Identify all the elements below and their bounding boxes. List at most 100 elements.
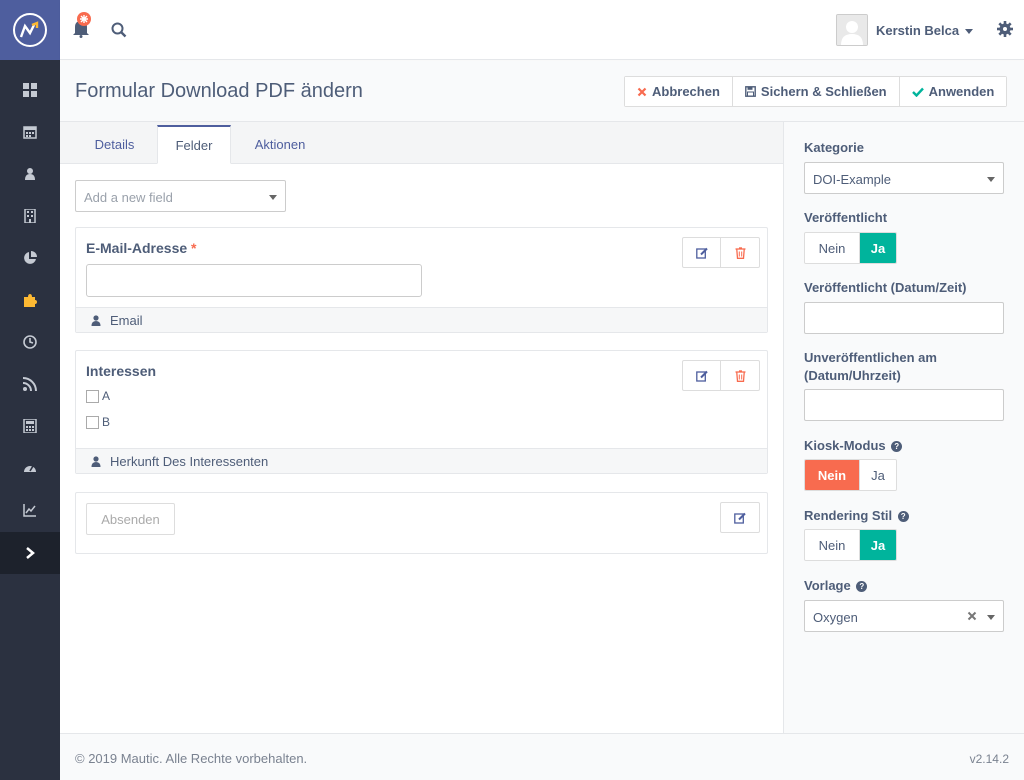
- field-title-interests: Interessen: [86, 363, 157, 379]
- speedometer-icon[interactable]: [0, 447, 60, 489]
- field-mapping-email: Email: [76, 307, 767, 332]
- edit-field-button[interactable]: [683, 238, 721, 267]
- apply-button[interactable]: Anwenden: [899, 77, 1007, 106]
- field-card-interests: Interessen A B Herkunft Des Interessente…: [75, 350, 768, 474]
- rendering-yes-option[interactable]: Ja: [860, 530, 896, 560]
- template-value: Oxygen: [813, 610, 858, 625]
- required-marker: *: [191, 240, 197, 256]
- category-value: DOI-Example: [813, 172, 892, 187]
- kiosk-mode-toggle[interactable]: Nein Ja: [804, 459, 897, 491]
- add-field-placeholder: Add a new field: [84, 190, 173, 205]
- pie-chart-icon[interactable]: [0, 237, 60, 279]
- gear-icon[interactable]: [997, 21, 1013, 37]
- edit-field-button[interactable]: [721, 503, 759, 532]
- delete-field-button[interactable]: [721, 238, 759, 267]
- checkbox[interactable]: [86, 415, 99, 429]
- publish-date-label: Veröffentlicht (Datum/Zeit): [804, 280, 967, 295]
- checkbox-label-b: B: [102, 415, 111, 429]
- edit-icon: [695, 370, 708, 382]
- user-menu-caret-icon[interactable]: [965, 29, 973, 34]
- template-select[interactable]: Oxygen: [804, 600, 1004, 632]
- unpublish-date-field[interactable]: [804, 389, 1004, 421]
- publish-date-field[interactable]: [804, 302, 1004, 334]
- dashboard-icon[interactable]: [0, 69, 60, 111]
- rss-icon[interactable]: [0, 363, 60, 405]
- page-title: Formular Download PDF ändern: [75, 80, 363, 102]
- rendering-no-option[interactable]: Nein: [805, 530, 860, 560]
- add-field-select[interactable]: Add a new field: [75, 180, 286, 212]
- calendar-icon[interactable]: [0, 111, 60, 153]
- unpublish-date-label-line2: (Datum/Uhrzeit): [804, 368, 901, 383]
- checkbox-option-a[interactable]: A: [86, 389, 110, 403]
- avatar[interactable]: [836, 14, 868, 46]
- rendering-style-label: Rendering Stil ?: [804, 508, 909, 523]
- field-label-email: E-Mail-Adresse *: [86, 240, 197, 256]
- user-icon: [91, 315, 101, 326]
- mautic-logo[interactable]: [0, 0, 60, 60]
- published-yes-option[interactable]: Ja: [860, 233, 896, 263]
- kiosk-mode-label-text: Kiosk-Modus: [804, 438, 886, 453]
- checkbox[interactable]: [86, 389, 99, 403]
- template-label: Vorlage ?: [804, 578, 868, 593]
- line-chart-icon[interactable]: [0, 489, 60, 531]
- user-icon: [91, 456, 101, 467]
- edit-field-button[interactable]: [683, 361, 721, 390]
- edit-icon: [695, 247, 708, 259]
- tab-fields[interactable]: Felder: [157, 125, 231, 164]
- search-icon[interactable]: [111, 22, 127, 38]
- help-icon[interactable]: ?: [891, 441, 903, 452]
- tabs: Details Felder Aktionen: [60, 122, 783, 164]
- apply-label: Anwenden: [928, 84, 995, 99]
- template-label-text: Vorlage: [804, 578, 851, 593]
- submit-button[interactable]: Absenden: [86, 503, 175, 535]
- tab-details[interactable]: Details: [79, 125, 150, 164]
- footer: © 2019 Mautic. Alle Rechte vorbehalten. …: [60, 733, 1024, 780]
- cancel-label: Abbrechen: [652, 84, 720, 99]
- save-close-label: Sichern & Schließen: [760, 84, 887, 99]
- trash-icon: [735, 246, 745, 259]
- mapping-label-interests: Herkunft Des Interessenten: [110, 454, 269, 469]
- field-card-submit: Absenden: [75, 492, 768, 554]
- building-icon[interactable]: [0, 195, 60, 237]
- category-select[interactable]: DOI-Example: [804, 162, 1004, 194]
- form-actions: Abbrechen Sichern & Schließen Anwenden: [624, 76, 1008, 107]
- save-close-button[interactable]: Sichern & Schließen: [732, 77, 900, 106]
- kiosk-mode-label: Kiosk-Modus ?: [804, 438, 903, 453]
- cancel-button[interactable]: Abbrechen: [625, 77, 733, 106]
- trash-icon: [735, 369, 745, 382]
- help-icon[interactable]: ?: [856, 581, 868, 592]
- notification-badge: [77, 12, 91, 26]
- email-field[interactable]: [86, 264, 422, 297]
- puzzle-icon[interactable]: [0, 279, 60, 321]
- user-icon[interactable]: [0, 153, 60, 195]
- calculator-icon[interactable]: [0, 405, 60, 447]
- tab-actions[interactable]: Aktionen: [240, 125, 320, 164]
- published-no-option[interactable]: Nein: [805, 233, 860, 263]
- rendering-style-toggle[interactable]: Nein Ja: [804, 529, 897, 561]
- published-toggle[interactable]: Nein Ja: [804, 232, 897, 264]
- sidebar-expand-button[interactable]: [0, 532, 60, 574]
- chevron-right-icon: [26, 547, 35, 559]
- chevron-down-icon: [987, 615, 995, 620]
- check-icon: [911, 87, 924, 97]
- close-icon: [637, 87, 647, 96]
- field-title-email: E-Mail-Adresse: [86, 240, 188, 256]
- published-label: Veröffentlicht: [804, 210, 888, 225]
- kiosk-no-option[interactable]: Nein: [805, 460, 860, 490]
- checkbox-option-b[interactable]: B: [86, 415, 110, 429]
- clear-icon[interactable]: [967, 611, 977, 621]
- unpublish-date-label-line1: Unveröffentlichen am: [804, 350, 937, 365]
- topbar: Kerstin Belca: [60, 0, 1024, 60]
- field-actions-email: [682, 237, 760, 268]
- copyright-text: © 2019 Mautic. Alle Rechte vorbehalten.: [75, 751, 308, 766]
- user-name[interactable]: Kerstin Belca: [876, 23, 959, 38]
- category-label: Kategorie: [804, 140, 864, 155]
- sidebar: [0, 0, 60, 780]
- main-content: Details Felder Aktionen Add a new field …: [60, 122, 783, 733]
- edit-icon: [734, 512, 746, 524]
- kiosk-yes-option[interactable]: Ja: [860, 460, 896, 490]
- help-icon[interactable]: ?: [897, 511, 909, 522]
- clock-icon[interactable]: [0, 321, 60, 363]
- delete-field-button[interactable]: [721, 361, 759, 390]
- rendering-style-label-text: Rendering Stil: [804, 508, 893, 523]
